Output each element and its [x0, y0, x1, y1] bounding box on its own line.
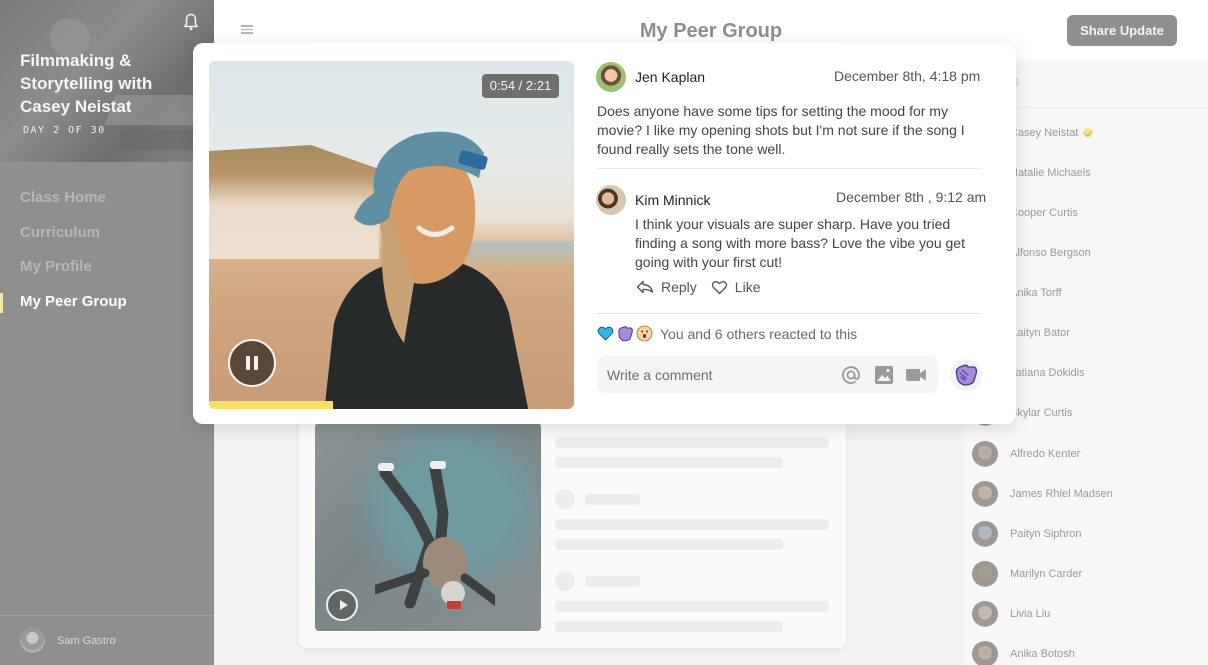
- roster-member-name: Livia Liu: [1010, 608, 1051, 620]
- sidebar-nav: Class Home Curriculum My Profile My Peer…: [0, 186, 214, 324]
- user-profile[interactable]: Sam Gastro: [20, 628, 116, 653]
- mention-icon[interactable]: [841, 365, 861, 385]
- comment-input[interactable]: [607, 356, 827, 393]
- roster-member-name: Anika Torff: [1010, 287, 1062, 299]
- post-author-name[interactable]: Jen Kaplan: [635, 69, 705, 85]
- reply-author: Kim Minnick: [596, 185, 710, 215]
- play-icon[interactable]: [326, 589, 358, 621]
- roster-member-name: Alfonso Bergson: [1010, 247, 1091, 259]
- reply-button[interactable]: Reply: [636, 279, 697, 295]
- post-detail-modal: 0:54 / 2:21 Jen Kaplan December 8th, 4:1…: [193, 43, 1016, 424]
- post-video-thumbnail[interactable]: [315, 423, 541, 631]
- sidebar-item-class-home[interactable]: Class Home: [0, 186, 214, 221]
- course-title: Filmmaking & Storytelling with Casey Nei…: [20, 51, 153, 116]
- image-icon[interactable]: [874, 365, 894, 385]
- clapping-hands-icon: [955, 364, 978, 386]
- roster-member[interactable]: Alfredo Kenter: [972, 440, 1080, 468]
- reactions-summary-text: You and 6 others reacted to this: [660, 325, 858, 342]
- roster-member[interactable]: Livia Liu: [972, 600, 1050, 628]
- post-author: Jen Kaplan: [596, 62, 705, 92]
- video-time-display: 0:54 / 2:21: [482, 74, 559, 98]
- avatar: [972, 561, 998, 587]
- roster-member-name: Anika Botosh: [1010, 648, 1075, 660]
- app: Filmmaking & Storytelling with Casey Nei…: [0, 0, 1208, 665]
- roster-member[interactable]: Anika Botosh: [972, 640, 1075, 665]
- avatar: [972, 481, 998, 507]
- roster-member-name: Kaityn Bator: [1010, 327, 1070, 339]
- video-player[interactable]: 0:54 / 2:21: [209, 61, 574, 409]
- avatar: [972, 441, 998, 467]
- roster-member[interactable]: Marilyn Carder: [972, 560, 1082, 588]
- react-clap-button[interactable]: [950, 359, 982, 391]
- avatar: [596, 185, 626, 215]
- course-hero: Filmmaking & Storytelling with Casey Nei…: [0, 0, 214, 162]
- reply-actions: Reply Like: [636, 279, 774, 295]
- reply-author-name[interactable]: Kim Minnick: [635, 192, 710, 208]
- roster-member-name: Casey Neistat: [1010, 127, 1079, 139]
- share-update-button[interactable]: Share Update: [1067, 15, 1177, 46]
- reactions-summary[interactable]: You and 6 others reacted to this: [597, 325, 857, 342]
- clapping-hands-icon: [618, 326, 633, 342]
- like-button[interactable]: Like: [711, 279, 761, 295]
- roster-member-name: Skylar Curtis: [1010, 407, 1073, 419]
- roster-member-name: Paityn Siphron: [1010, 528, 1082, 540]
- reply-timestamp: December 8th , 9:12 am: [836, 189, 987, 205]
- sidebar-item-my-profile[interactable]: My Profile: [0, 255, 214, 290]
- post-timestamp: December 8th, 4:18 pm: [834, 68, 981, 84]
- pause-button[interactable]: [228, 339, 276, 387]
- avatar: [20, 628, 45, 653]
- reply-label: Reply: [661, 279, 697, 295]
- post-text: Does anyone have some tips for setting t…: [597, 103, 965, 157]
- comment-box: [597, 356, 938, 393]
- roster-member-name: Tatiana Dokidis: [1010, 367, 1085, 379]
- page-title: My Peer Group: [639, 20, 783, 42]
- roster-member-name: Cooper Curtis: [1010, 207, 1078, 219]
- roster-member[interactable]: James Rhiel Madsen: [972, 480, 1113, 508]
- avatar: [972, 521, 998, 547]
- video-progress-bar[interactable]: [209, 401, 574, 409]
- sidebar: Filmmaking & Storytelling with Casey Nei…: [0, 0, 214, 665]
- roster-member-name: Natalie Michaels: [1010, 167, 1091, 179]
- avatar: [972, 641, 998, 665]
- roster-member-name: Alfredo Kenter: [1010, 448, 1081, 460]
- sidebar-item-my-peer-group[interactable]: My Peer Group: [0, 290, 214, 325]
- user-name: Sam Gastro: [57, 634, 116, 647]
- video-thumbnail-figure: [375, 461, 495, 609]
- roster-member[interactable]: Paityn Siphron: [972, 520, 1082, 548]
- divider: [597, 168, 981, 169]
- video-camera-icon[interactable]: [905, 367, 927, 383]
- bell-icon[interactable]: [183, 13, 199, 31]
- heart-icon: [711, 280, 727, 294]
- sidebar-divider: [0, 615, 214, 616]
- video-progress-fill: [209, 401, 334, 409]
- active-nav-indicator: [0, 293, 3, 313]
- sidebar-item-curriculum[interactable]: Curriculum: [0, 221, 214, 256]
- video-frame-person: [324, 131, 529, 409]
- like-label: Like: [734, 279, 761, 295]
- pause-icon: [246, 356, 250, 370]
- course-progress: DAY 2 OF 30: [23, 125, 106, 136]
- avatar: [596, 62, 626, 92]
- divider: [597, 313, 981, 314]
- reply-icon: [636, 280, 654, 294]
- verified-badge-icon: [1083, 128, 1094, 138]
- blue-heart-icon: [597, 326, 614, 341]
- avatar: [972, 601, 998, 627]
- roster-member-name: James Rhiel Madsen: [1010, 488, 1113, 500]
- surprised-face-icon: [636, 325, 653, 342]
- roster-member-name: Marilyn Carder: [1010, 568, 1083, 580]
- reply-text: I think your visuals are super sharp. Ha…: [635, 216, 965, 270]
